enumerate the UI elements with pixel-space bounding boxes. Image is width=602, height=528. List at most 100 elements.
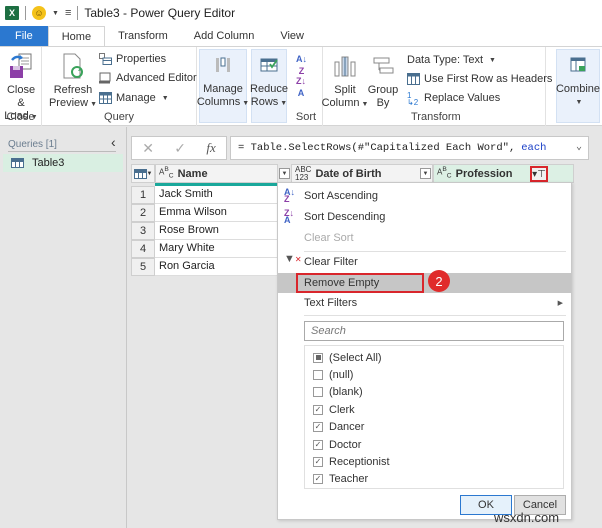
tab-transform[interactable]: Transform [105,26,181,46]
checkbox[interactable]: ✓ [313,421,323,432]
row-number[interactable]: 4 [131,240,155,258]
reduce-rows-label-1: Reduce [250,83,288,95]
tab-view[interactable]: View [267,26,317,46]
search-input[interactable]: Search [304,321,564,341]
checkbox[interactable] [313,386,323,397]
table-menu-button[interactable]: ▼ [131,164,155,183]
formula-input[interactable]: = Table.SelectRows(#"Capitalized Each Wo… [230,136,589,160]
table-cell[interactable]: Emma Wilson [155,204,278,222]
expand-formula-icon[interactable]: ⌄ [576,141,582,153]
row-number[interactable]: 3 [131,222,155,240]
values-list: (Select All) (null) (blank) ✓ Clerk ✓ Da… [304,345,564,489]
row-number[interactable]: 1 [131,186,155,204]
data-type-label: Data Type: Text [407,54,484,66]
annotation-badge-2: 2 [428,270,450,292]
query-item-table3[interactable]: Table3 [3,154,123,172]
confirm-icon[interactable]: ✓ [174,140,186,157]
title-bar: X ☺ ▼ ≡ Table3 - Power Query Editor [0,0,602,26]
advanced-editor-label: Advanced Editor [116,72,197,84]
manage-columns-label-1: Manage [203,83,243,95]
close-load-icon [7,51,35,81]
manage-label: Manage [116,92,156,104]
row-number[interactable]: 5 [131,258,155,276]
column-header-date-of-birth[interactable]: ABC 123 Date of Birth [291,164,433,183]
table-cell[interactable]: Rose Brown [155,222,278,240]
split-column-button[interactable]: Split Column ▼ [322,51,368,111]
value-item-blank[interactable]: (blank) [313,383,363,400]
filter-dropdown-name[interactable]: ▼ [279,168,290,179]
checkbox[interactable] [313,352,323,363]
table-cell[interactable]: Jack Smith [155,186,278,204]
checkbox[interactable]: ✓ [313,456,323,467]
transform-group-label: Transform [411,111,461,123]
split-column-label-2: Column ▼ [321,97,369,109]
search-placeholder: Search [311,325,346,337]
refresh-icon [59,51,87,81]
filter-button-profession[interactable]: ▾⊤ [530,166,548,182]
refresh-label-1: Refresh [53,84,93,96]
column-header-profession[interactable]: ABC Profession [433,164,574,183]
table-cell[interactable]: Mary White [155,240,278,258]
menu-item-sort-ascending[interactable]: A↓ Z Sort Ascending [278,186,571,206]
column-name-label: Name [177,167,208,180]
group-by-label-1: Group [367,84,399,96]
split-column-icon [331,51,359,81]
reduce-rows-button[interactable]: Reduce Rows ▼ [250,49,288,123]
smiley-icon[interactable]: ☺ [32,6,46,20]
table-cell[interactable]: Ron Garcia [155,258,278,276]
value-item-null[interactable]: (null) [313,366,353,383]
sort-group-label: Sort [295,111,317,123]
replace-values-button[interactable]: 1 ↳2 Replace Values [407,91,500,107]
menu-item-text-filters[interactable]: Text Filters ▶ [278,293,571,313]
menu-item-sort-descending[interactable]: Z↓ A Sort Descending [278,207,571,227]
value-item-dancer[interactable]: ✓ Dancer [313,418,364,435]
table-icon [407,73,420,85]
menu-item-clear-filter[interactable]: ▼✕ Clear Filter [278,252,571,272]
properties-label: Properties [116,53,167,65]
value-item-select-all[interactable]: (Select All) [313,349,382,366]
value-item-receptionist[interactable]: ✓ Receptionist [313,453,390,470]
ribbon-tabs: File Home Transform Add Column View [0,26,602,46]
replace-values-icon: 1 ↳2 [407,91,419,107]
watermark: wsxdn.com [494,510,560,525]
menu-item-label: Clear Filter [304,256,358,268]
tab-file[interactable]: File [0,26,48,46]
customize-qat-icon[interactable]: ≡ [65,7,71,19]
row-number[interactable]: 2 [131,204,155,222]
manage-button[interactable]: Manage ▼ [99,92,169,104]
advanced-editor-button[interactable]: Advanced Editor [99,72,197,84]
checkbox[interactable]: ✓ [313,473,323,484]
value-item-doctor[interactable]: ✓ Doctor [313,436,361,453]
value-label: Teacher [329,472,369,485]
properties-button[interactable]: Properties [99,53,166,65]
tab-home[interactable]: Home [47,26,106,46]
fx-icon[interactable]: fx [206,140,215,156]
transform-group: Split Column ▼ Group By Data Type: Text ▼ … [322,47,565,126]
sort-group: A↓ Z Z↓ A Sort [290,47,323,126]
sort-descending-icon[interactable]: Z↓ A [296,77,306,98]
collapse-pane-icon[interactable]: ‹ [111,134,116,150]
checkbox[interactable]: ✓ [313,439,323,450]
query-item-label: Table3 [32,157,65,169]
queries-pane: Queries [1] ‹ Table3 [0,127,127,528]
combine-button[interactable]: Combine ▼ [556,49,600,123]
value-item-teacher[interactable]: ✓ Teacher [313,470,368,487]
column-header-name[interactable]: ABC Name [155,164,278,183]
chevron-down-icon[interactable]: ▼ [52,10,59,17]
filter-dropdown-date-of-birth[interactable]: ▼ [420,168,431,179]
cancel-icon[interactable]: ✕ [142,140,154,157]
sort-ascending-icon: A↓ Z [284,187,295,204]
checkbox[interactable]: ✓ [313,404,323,415]
use-first-row-headers-button[interactable]: Use First Row as Headers▼ [407,73,565,85]
group-by-button[interactable]: Group By [367,51,399,110]
group-by-icon [369,51,397,81]
data-type-dropdown[interactable]: Data Type: Text ▼ [407,54,496,66]
value-item-clerk[interactable]: ✓ Clerk [313,401,355,418]
manage-columns-button[interactable]: Manage Columns ▼ [197,49,249,123]
refresh-preview-button[interactable]: Refresh Preview ▼ [49,51,97,111]
filter-menu: A↓ Z Sort Ascending Z↓ A Sort Descending C… [277,182,572,520]
tab-add-column[interactable]: Add Column [181,26,268,46]
formula-text: = Table.SelectRows(#"Capitalized Each Wo… [238,142,516,154]
sort-ascending-icon[interactable]: A↓ Z [296,55,307,76]
checkbox[interactable] [313,369,323,380]
